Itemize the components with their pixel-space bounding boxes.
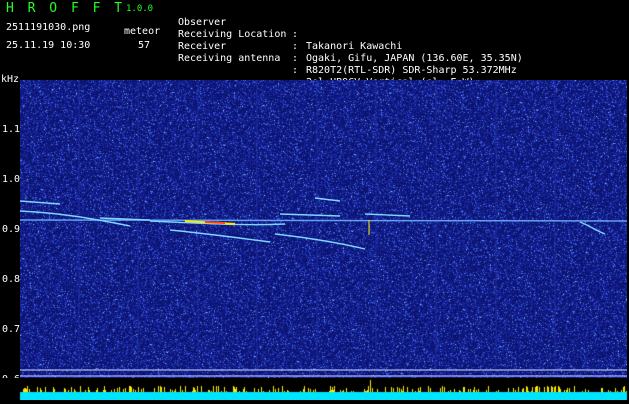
info-key: Receiving antenna xyxy=(178,53,281,64)
meteor-echo xyxy=(314,197,341,202)
meteor-echo xyxy=(169,229,271,243)
meteor-count: 57 xyxy=(138,40,151,51)
y-tick-label: 0.9 xyxy=(2,224,21,235)
y-tick-label: 0.8 xyxy=(2,274,21,285)
meteor-echo xyxy=(579,221,606,235)
spectrogram-overlay xyxy=(20,80,627,378)
spectrogram-plot xyxy=(20,80,627,378)
info-row-receiver: Receiver : R820T2(RTL-SDR) SDR-Sharp 53.… xyxy=(178,29,517,76)
y-tick-label: 1.1 xyxy=(2,124,21,135)
signal-strength-graph xyxy=(0,378,629,400)
carrier-line xyxy=(20,219,627,222)
info-separator: : xyxy=(292,41,299,52)
info-value: R820T2(RTL-SDR) SDR-Sharp 53.372MHz xyxy=(306,65,517,76)
info-row-location: Receiving Location : Ogaki, Gifu, JAPAN … xyxy=(178,17,523,64)
y-axis-unit: kHz xyxy=(1,74,20,85)
info-separator: : xyxy=(292,65,299,76)
image-filename: 2511191030.png xyxy=(6,22,91,33)
app-version: 1.0.0 xyxy=(126,4,154,14)
meteor-label: meteor xyxy=(124,26,161,37)
y-tick-label: 0.7 xyxy=(2,324,21,335)
app-brand: H R O F F T xyxy=(6,1,126,16)
info-row-antenna: Receiving antenna : 2el-HB9CV Vertical (… xyxy=(178,41,475,88)
info-value: Ogaki, Gifu, JAPAN (136.60E, 35.35N) xyxy=(306,53,523,64)
info-separator: : xyxy=(292,53,299,64)
info-value: Takanori Kawachi xyxy=(306,41,403,52)
meteor-echoes xyxy=(20,197,606,250)
meteor-echo xyxy=(364,213,411,217)
capture-datetime: 25.11.19 10:30 xyxy=(6,40,91,51)
meteor-head-echo-peak xyxy=(204,221,226,224)
meteor-echo xyxy=(279,213,341,217)
meteor-echo xyxy=(20,200,61,205)
y-tick-label: 1.0 xyxy=(2,174,21,185)
meteor-echo xyxy=(274,233,366,250)
info-separator: : xyxy=(292,29,299,40)
minute-gridlines xyxy=(78,80,556,378)
station-info: Observer : Takanori Kawachi Receiving Lo… xyxy=(178,5,523,88)
info-row-observer: Observer : Takanori Kawachi xyxy=(178,5,402,52)
signal-strength-bar xyxy=(0,378,629,400)
